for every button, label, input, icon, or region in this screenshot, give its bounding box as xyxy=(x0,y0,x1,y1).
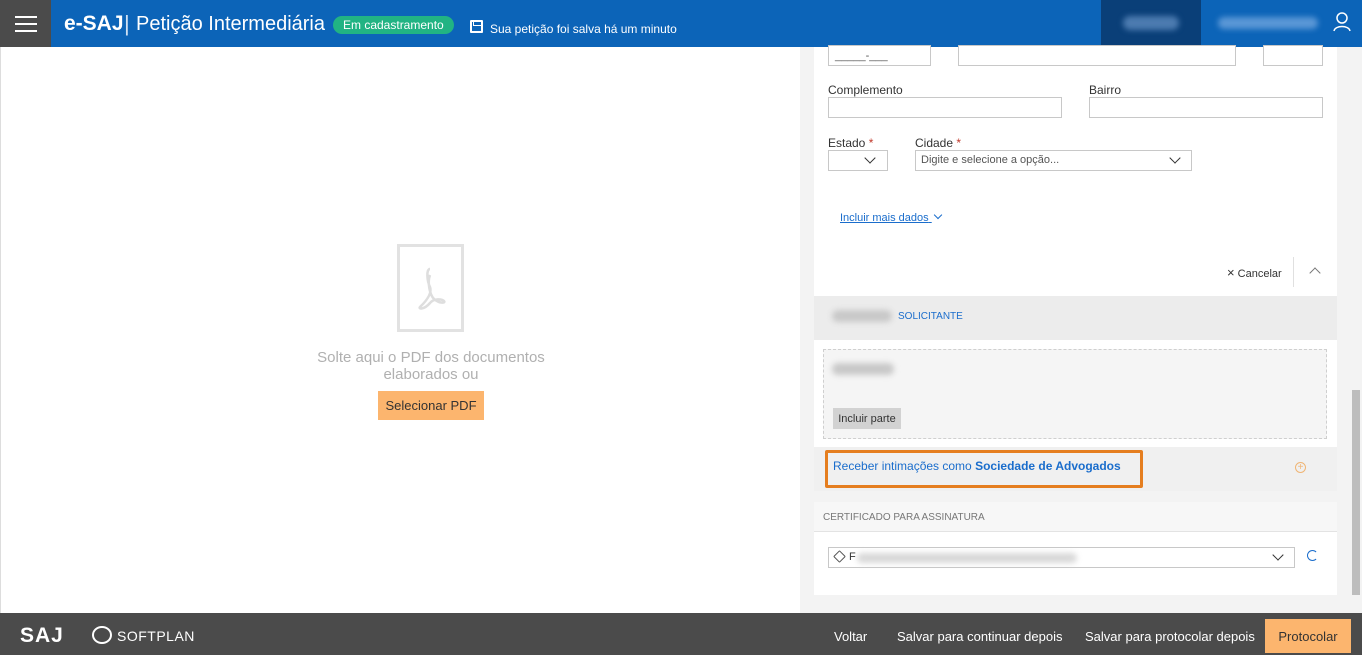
user-name-redacted xyxy=(1218,17,1318,29)
state-label: Estado * xyxy=(828,136,873,150)
cep-input[interactable]: _____-___ xyxy=(828,45,931,66)
saj-logo: SAJ xyxy=(20,624,64,647)
user-icon[interactable] xyxy=(1333,12,1351,32)
softplan-logo-icon xyxy=(92,626,112,644)
cancel-button[interactable]: × Cancelar xyxy=(1227,265,1282,280)
certificate-name-redacted xyxy=(857,553,1077,563)
party-name-redacted xyxy=(832,310,892,322)
neighborhood-input[interactable] xyxy=(1089,97,1323,118)
title-separator: | xyxy=(124,11,130,36)
add-circle-icon[interactable]: + xyxy=(1295,462,1306,473)
drop-instruction-text: Solte aqui o PDF dos documentos elaborad… xyxy=(317,349,545,383)
number-input[interactable] xyxy=(1263,45,1323,66)
close-icon: × xyxy=(1227,265,1235,280)
app-name: e-SAJ xyxy=(64,12,124,35)
city-label: Cidade * xyxy=(915,136,961,150)
intimacao-strong: Sociedade de Advogados xyxy=(975,459,1121,473)
scrollbar-thumb[interactable] xyxy=(1352,390,1360,595)
chevron-down-icon xyxy=(933,210,942,220)
page-title: Petição Intermediária xyxy=(136,13,325,35)
status-badge: Em cadastramento xyxy=(333,16,454,34)
softplan-logo: SOFTPLAN xyxy=(117,628,195,644)
certificate-selected-first-char: F xyxy=(849,551,856,563)
chevron-down-icon xyxy=(864,152,876,164)
save-protocol-button[interactable]: Salvar para protocolar depois xyxy=(1085,629,1255,644)
city-select-placeholder: Digite e selecione a opção... xyxy=(921,154,1060,166)
chevron-down-icon xyxy=(1169,152,1181,164)
floppy-disk-icon xyxy=(470,20,483,33)
chevron-down-icon xyxy=(1272,549,1284,561)
neighborhood-label: Bairro xyxy=(1089,83,1122,97)
party-entry-redacted xyxy=(832,363,894,375)
back-button[interactable]: Voltar xyxy=(834,629,867,644)
save-continue-button[interactable]: Salvar para continuar depois xyxy=(897,629,1063,644)
user-info-redacted xyxy=(1101,0,1201,47)
divider xyxy=(1293,257,1294,287)
top-header: e-SAJ | Petição Intermediária Em cadastr… xyxy=(0,0,1362,47)
refresh-icon[interactable] xyxy=(1307,550,1318,561)
protocol-button[interactable]: Protocolar xyxy=(1265,619,1351,653)
certificate-section-title: CERTIFICADO PARA ASSINATURA xyxy=(823,512,985,523)
state-label-text: Estado xyxy=(828,136,866,150)
hamburger-menu-icon[interactable] xyxy=(0,0,51,47)
city-select[interactable]: Digite e selecione a opção... xyxy=(915,150,1192,171)
add-party-button[interactable]: Incluir parte xyxy=(833,408,901,429)
save-status-text: Sua petição foi salva há um minuto xyxy=(490,22,677,36)
intimacao-prefix: Receber intimações como xyxy=(833,459,972,473)
more-data-link[interactable]: Incluir mais dados xyxy=(840,210,942,224)
certificate-select[interactable] xyxy=(828,547,1295,568)
required-mark: * xyxy=(868,136,874,150)
more-data-link-text: Incluir mais dados xyxy=(840,212,929,224)
complement-input[interactable] xyxy=(828,97,1062,118)
street-input[interactable] xyxy=(958,45,1236,66)
pdf-file-icon xyxy=(397,244,464,332)
complement-label: Complemento xyxy=(828,83,903,97)
select-pdf-button[interactable]: Selecionar PDF xyxy=(378,391,484,420)
solicitante-row xyxy=(814,296,1337,340)
intimacao-option-link[interactable]: Receber intimações como Sociedade de Adv… xyxy=(833,459,1121,473)
solicitante-label: SOLICITANTE xyxy=(898,311,963,322)
required-mark: * xyxy=(956,136,962,150)
state-select[interactable] xyxy=(828,150,888,171)
cep-mask-text: _____-___ xyxy=(835,50,888,62)
cancel-label: Cancelar xyxy=(1237,268,1282,280)
city-label-text: Cidade xyxy=(915,136,954,150)
